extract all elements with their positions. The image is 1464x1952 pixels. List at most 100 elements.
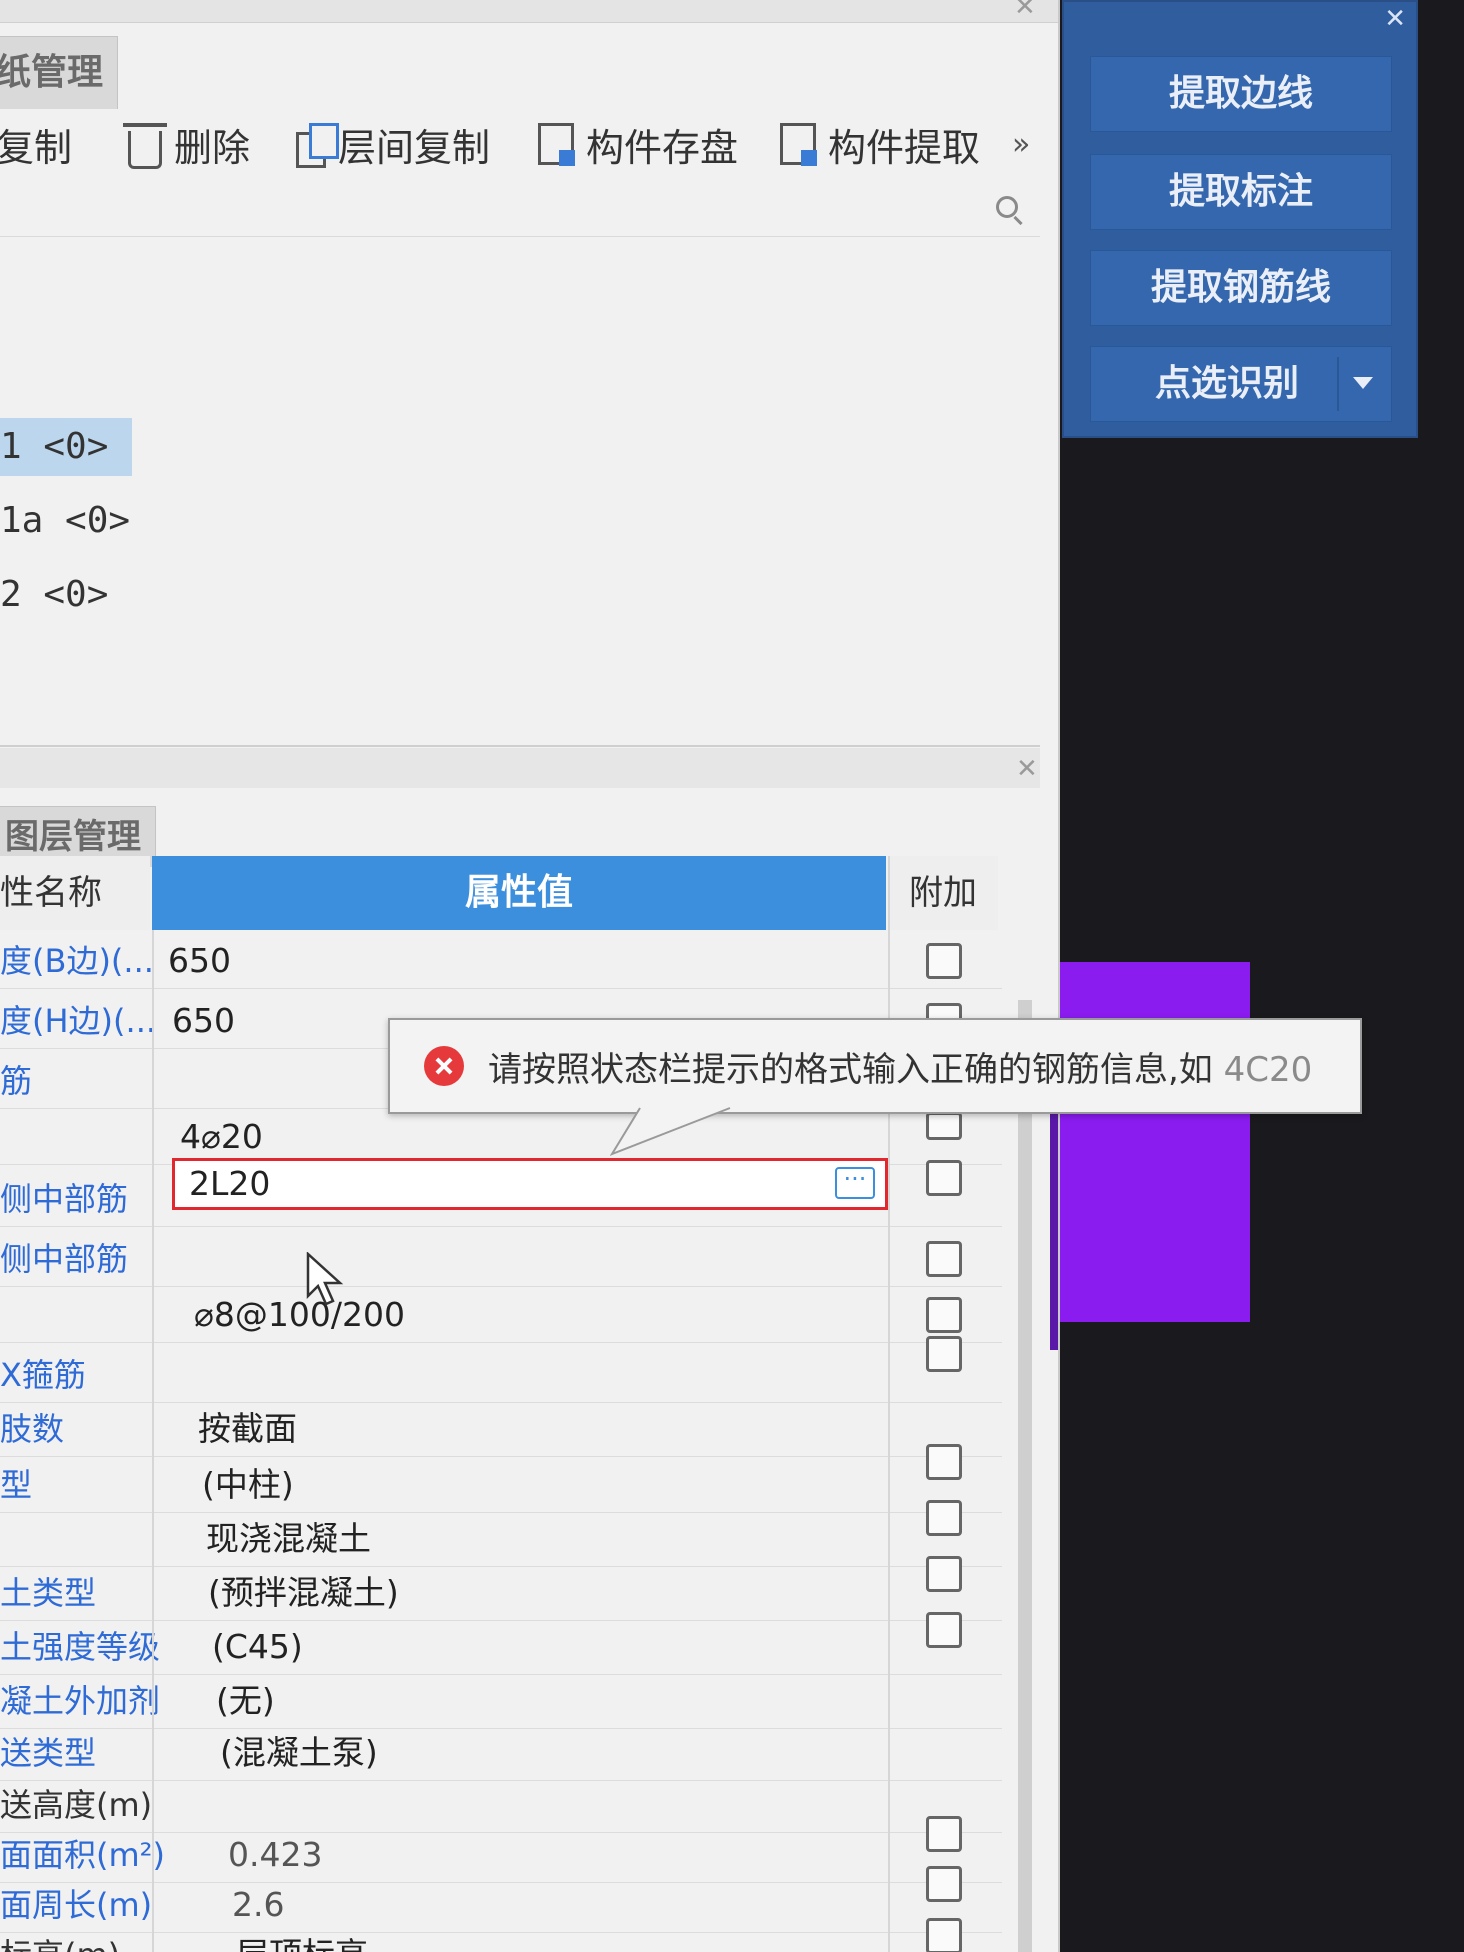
row-name: 面周长(m) [0,1886,153,1924]
rebar-input-field[interactable]: 2L20 ··· [172,1158,888,1210]
property-close-icon[interactable]: ✕ [1016,756,1038,782]
row-name: 面面积(m²) [0,1836,165,1874]
table-row[interactable]: ⌀8@100/200 [0,1288,1002,1343]
row-name: 肢数 [0,1410,65,1448]
row-name: 凝土外加剂 [0,1682,161,1720]
component-manager-pane: ✕ 纸管理 复制 删除 层间复制 构件存盘 构件提取 » 1 <0> 1a <0… [0,0,1060,1952]
point-select-recognize-button[interactable]: 点选识别 [1090,346,1392,422]
table-row[interactable]: 标高(m) 层顶标高 [0,1918,1002,1952]
row-value[interactable]: 层顶标高 [236,1928,368,1952]
save-disk-icon [538,123,575,166]
row-value[interactable]: 650 [172,994,235,1048]
extract-annotations-button[interactable]: 提取标注 [1090,154,1392,230]
table-row[interactable]: 送类型 (混凝土泵) [0,1726,1002,1781]
row-name: 型 [0,1466,33,1504]
row-name: 标高(m) [0,1928,120,1952]
row-checkbox[interactable] [926,1556,962,1592]
row-value[interactable]: (C45) [212,1620,303,1674]
row-name: X箍筋 [0,1356,86,1394]
table-row[interactable]: 土强度等级 (C45) [0,1612,1002,1675]
copy-label: 复制 [0,125,73,170]
error-example: 4C20 [1223,1049,1313,1090]
tree-item-1a[interactable]: 1a <0> [0,492,166,550]
section-divider [0,745,1040,747]
row-value[interactable]: (预拌混凝土) [208,1566,399,1620]
row-value[interactable]: 4⌀20 [180,1110,263,1164]
search-row[interactable] [0,186,1040,237]
table-row[interactable]: 侧中部筋 [0,1232,1002,1287]
row-value[interactable]: 0.423 [228,1828,322,1882]
table-scrollbar[interactable] [1018,1000,1032,1952]
close-icon[interactable]: ✕ [1014,0,1036,20]
drawing-column-shape[interactable] [1060,962,1250,1322]
layers-copy-icon [296,123,339,168]
row-checkbox[interactable] [926,1112,962,1140]
search-icon[interactable] [996,196,1018,218]
table-row[interactable]: 面面积(m²) 0.423 [0,1816,1002,1883]
recognition-panel: ✕ 提取边线 提取标注 提取钢筋线 点选识别 [1062,0,1418,438]
row-checkbox[interactable] [926,1918,962,1952]
error-message: 请按照状态栏提示的格式输入正确的钢筋信息,如 4C20 [488,1049,1313,1090]
table-row[interactable]: 送高度(m) [0,1778,1002,1833]
extract-icon [780,123,817,166]
row-name: 土类型 [0,1574,97,1612]
table-row[interactable]: 凝土外加剂 (无) [0,1674,1002,1729]
drawing-shape-edge [1050,1100,1058,1350]
trash-icon [123,123,167,169]
row-checkbox[interactable] [926,1866,962,1902]
extract-component-button[interactable]: 构件提取 [780,104,980,184]
row-value[interactable]: 650 [168,934,231,988]
property-pane-title-bar [0,748,1040,788]
row-checkbox[interactable] [926,1612,962,1648]
tree-item-1[interactable]: 1 <0> [0,418,132,476]
split-divider [1337,357,1339,411]
pane-title-bar [0,0,1058,23]
row-value[interactable]: (中柱) [202,1458,294,1512]
rebar-input-value: 2L20 [189,1164,271,1203]
row-name: 筋 [0,1062,33,1100]
tree-item-2[interactable]: 2 <0> [0,566,144,624]
copy-button[interactable]: 复制 [0,104,72,184]
row-value[interactable]: (无) [216,1674,275,1728]
row-value[interactable]: 按截面 [198,1402,297,1456]
table-row[interactable]: 型 (中柱) [0,1444,1002,1513]
row-checkbox[interactable] [926,943,962,979]
mouse-cursor-icon [306,1252,344,1306]
table-row[interactable]: 土类型 (预拌混凝土) [0,1556,1002,1621]
table-row[interactable]: 现浇混凝土 [0,1500,1002,1567]
row-checkbox[interactable] [926,1297,962,1333]
table-row[interactable]: 肢数 按截面 [0,1402,1002,1457]
table-row[interactable]: X箍筋 [0,1336,1002,1403]
table-row[interactable]: 面周长(m) 2.6 [0,1866,1002,1933]
table-row[interactable]: 度(B边)(... 650 [0,934,1002,989]
chevron-down-icon[interactable] [1353,377,1373,389]
panel-close-icon[interactable]: ✕ [1384,4,1406,34]
row-checkbox[interactable] [926,1500,962,1536]
row-checkbox[interactable] [926,1444,962,1480]
table-row[interactable]: 4⌀20 [0,1110,1002,1165]
row-value[interactable]: ⌀8@100/200 [194,1288,405,1342]
floor-copy-label: 层间复制 [338,125,491,170]
row-name: 度(B边)(... [0,942,154,980]
row-checkbox[interactable] [926,1816,962,1852]
extract-edges-button[interactable]: 提取边线 [1090,56,1392,132]
extract-rebar-lines-button[interactable]: 提取钢筋线 [1090,250,1392,326]
row-checkbox[interactable] [926,1160,962,1196]
tab-drawing-management[interactable]: 纸管理 [0,36,119,109]
row-name: 送类型 [0,1734,97,1772]
row-value[interactable]: 2.6 [232,1878,284,1932]
row-value[interactable]: (混凝土泵) [220,1726,378,1780]
row-name: 送高度(m) [0,1786,153,1824]
floor-copy-button[interactable]: 层间复制 [296,104,490,184]
row-value[interactable]: 现浇混凝土 [206,1512,371,1566]
error-icon [424,1046,464,1086]
row-checkbox[interactable] [926,1241,962,1277]
row-name: 侧中部筋 [0,1180,129,1218]
ellipsis-icon[interactable]: ··· [835,1167,875,1199]
column-header-value: 属性值 [152,856,886,930]
row-checkbox[interactable] [926,1336,962,1372]
column-header-name: 性名称 [0,856,150,930]
toolbar-more-button[interactable]: » [1012,104,1030,184]
delete-button[interactable]: 删除 [123,104,250,184]
save-component-button[interactable]: 构件存盘 [538,104,738,184]
